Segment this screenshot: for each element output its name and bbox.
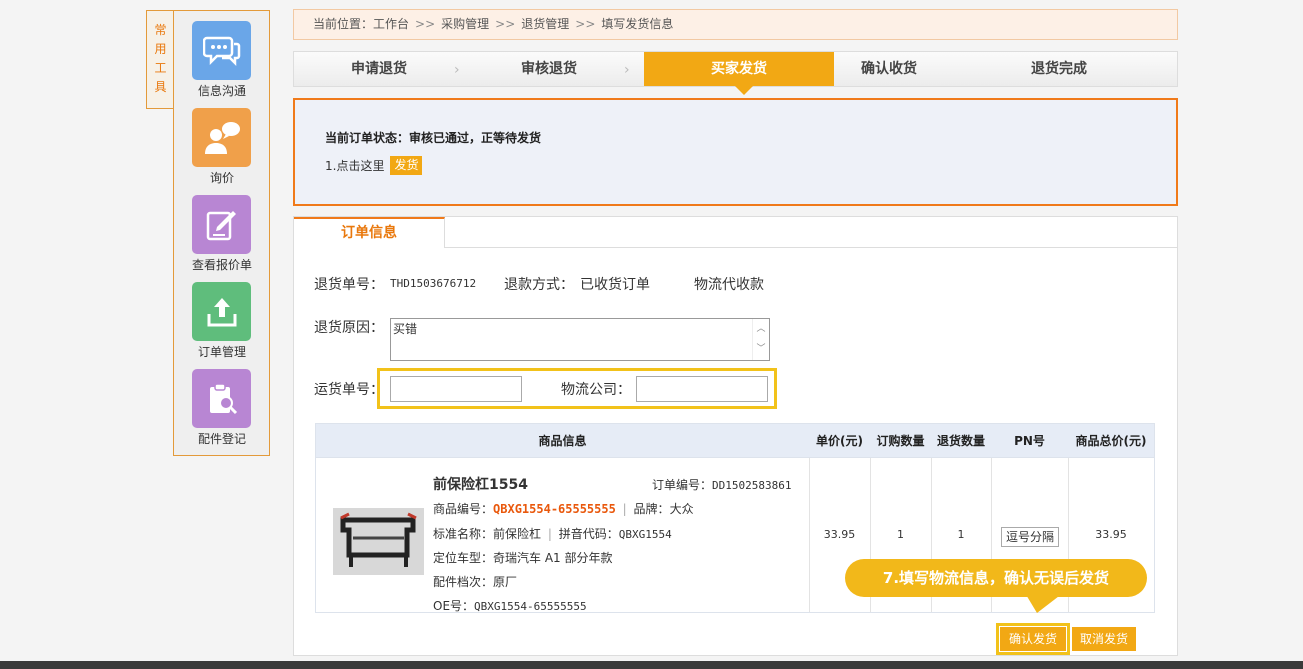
tool-orders[interactable]: 订单管理 bbox=[191, 282, 253, 360]
step-review-return: 审核退货 bbox=[521, 61, 577, 77]
tools-panel: 信息沟通 询价 查看报价单 订单管理 配件登记 bbox=[173, 10, 270, 456]
reason-value: 买错 bbox=[393, 322, 418, 336]
grade-value: 原厂 bbox=[493, 575, 518, 589]
col-pn: PN号 bbox=[1014, 434, 1045, 448]
model-value: 奇瑞汽车 A1 部分年款 bbox=[493, 551, 613, 565]
tab-order-info[interactable]: 订单信息 bbox=[294, 217, 445, 248]
return-no-value: THD1503676712 bbox=[390, 277, 477, 290]
grade-label: 配件档次： bbox=[433, 575, 494, 589]
shipping-no-input[interactable] bbox=[390, 376, 522, 402]
chevron-right-icon: › bbox=[454, 62, 460, 78]
progress-steps: 申请退货 › 审核退货 › 买家发货 确认收货 退货完成 bbox=[293, 51, 1178, 87]
breadcrumb-item[interactable]: 工作台 bbox=[373, 17, 409, 31]
confirm-ship-button[interactable]: 确认发货 bbox=[1000, 627, 1066, 651]
step-confirm-receipt: 确认收货 bbox=[861, 61, 917, 77]
product-image[interactable] bbox=[333, 508, 424, 575]
model-label: 定位车型： bbox=[433, 551, 494, 565]
breadcrumb: 当前位置：工作台 >> 采购管理 >> 退货管理 >> 填写发货信息 bbox=[293, 9, 1178, 40]
col-total: 商品总价(元) bbox=[1075, 434, 1147, 448]
product-code: QBXG1554-65555555 bbox=[493, 502, 616, 516]
pinyin-value: QBXG1554 bbox=[618, 528, 672, 541]
breadcrumb-prefix: 当前位置： bbox=[313, 17, 374, 31]
chevron-right-icon: › bbox=[624, 62, 630, 78]
model-line: 定位车型：奇瑞汽车 A1 部分年款 bbox=[433, 549, 613, 566]
breadcrumb-item[interactable]: 退货管理 bbox=[521, 17, 569, 31]
breadcrumb-separator: >> bbox=[495, 17, 516, 31]
tool-label: 询价 bbox=[209, 171, 234, 185]
pn-input[interactable]: 逗号分隔 bbox=[1001, 527, 1059, 547]
tab-divider bbox=[445, 247, 1177, 248]
instruction-callout: 7.填写物流信息，确认无误后发货 bbox=[845, 559, 1147, 597]
grade-line: 配件档次：原厂 bbox=[433, 573, 517, 590]
scroll-down-icon[interactable]: ﹀ bbox=[753, 339, 769, 359]
refund-method-value: 已收货订单 bbox=[580, 277, 650, 293]
chat-icon bbox=[192, 21, 251, 80]
brand-label: 品牌： bbox=[633, 502, 670, 516]
col-unit-price: 单价(元) bbox=[816, 434, 863, 448]
col-return-qty: 退货数量 bbox=[936, 434, 985, 448]
breadcrumb-separator: >> bbox=[575, 17, 596, 31]
code-line: 商品编号：QBXG1554-65555555 | 品牌：大众 bbox=[433, 500, 694, 517]
callout-tail bbox=[1025, 593, 1063, 613]
breadcrumb-item-current: 填写发货信息 bbox=[601, 17, 674, 31]
cancel-ship-button[interactable]: 取消发货 bbox=[1072, 627, 1136, 651]
col-order-qty: 订购数量 bbox=[876, 434, 925, 448]
std-name-line: 标准名称：前保险杠 | 拼音代码：QBXG1554 bbox=[433, 525, 672, 542]
brand-value: 大众 bbox=[669, 502, 694, 516]
logistics-company-label: 物流公司： bbox=[561, 382, 631, 398]
col-goods-info: 商品信息 bbox=[538, 434, 587, 448]
scroll-up-icon[interactable]: ︿ bbox=[753, 319, 769, 339]
divider: | bbox=[622, 502, 627, 516]
step-return-complete: 退货完成 bbox=[1031, 61, 1087, 77]
breadcrumb-separator: >> bbox=[415, 17, 436, 31]
tool-label: 信息沟通 bbox=[197, 84, 246, 98]
oe-value: QBXG1554-65555555 bbox=[474, 600, 587, 613]
logistics-company-input[interactable] bbox=[636, 376, 768, 402]
std-name-value: 前保险杠 bbox=[493, 527, 542, 541]
ship-button[interactable]: 发货 bbox=[390, 156, 423, 175]
status-hint: 1.点击这里 bbox=[325, 159, 385, 173]
clipboard-search-icon bbox=[192, 369, 251, 428]
active-step-pointer bbox=[735, 86, 753, 95]
reason-textarea[interactable]: 买错 ︿ ﹀ bbox=[390, 318, 770, 361]
order-no-line: 订单编号：DD1502583861 bbox=[652, 476, 792, 493]
order-status-title: 当前订单状态：审核已通过，正等待发货 bbox=[325, 131, 542, 145]
breadcrumb-item[interactable]: 采购管理 bbox=[441, 17, 489, 31]
std-name-label: 标准名称： bbox=[433, 527, 494, 541]
refund-extra: 物流代收款 bbox=[694, 277, 764, 293]
status-hint-line: 1.点击这里 发货 bbox=[325, 156, 423, 175]
return-no-label: 退货单号： bbox=[314, 277, 384, 293]
tool-quotes[interactable]: 查看报价单 bbox=[191, 195, 253, 273]
pinyin-label: 拼音代码： bbox=[558, 527, 619, 541]
step-buyer-ship: 买家发货 bbox=[644, 52, 834, 86]
upload-icon bbox=[192, 282, 251, 341]
order-status-box: 当前订单状态：审核已通过，正等待发货 1.点击这里 发货 bbox=[293, 98, 1178, 206]
user-chat-icon bbox=[192, 108, 251, 167]
shipping-no-label: 运货单号： bbox=[314, 382, 384, 398]
tool-label: 查看报价单 bbox=[191, 258, 252, 272]
bottom-bar bbox=[0, 661, 1303, 669]
page: 常用工具 信息沟通 询价 查看报价单 订单管理 配件登记 当前位置：工作台 >>… bbox=[0, 0, 1303, 669]
oe-line: OE号：QBXG1554-65555555 bbox=[433, 597, 587, 614]
refund-method-label: 退款方式： bbox=[504, 277, 574, 293]
tool-parts[interactable]: 配件登记 bbox=[191, 369, 253, 447]
reason-label: 退货原因： bbox=[314, 320, 384, 336]
textarea-scrollbar[interactable]: ︿ ﹀ bbox=[752, 319, 769, 360]
tool-label: 订单管理 bbox=[197, 345, 246, 359]
divider: | bbox=[547, 527, 552, 541]
tool-messages[interactable]: 信息沟通 bbox=[191, 21, 253, 99]
order-no-value: DD1502583861 bbox=[712, 479, 792, 492]
tools-tab[interactable]: 常用工具 bbox=[146, 10, 174, 109]
tool-label: 配件登记 bbox=[197, 432, 246, 446]
edit-doc-icon bbox=[192, 195, 251, 254]
product-name[interactable]: 前保险杠1554 bbox=[433, 474, 528, 494]
table-header: 商品信息 单价(元) 订购数量 退货数量 PN号 商品总价(元) bbox=[316, 424, 1154, 458]
oe-label: OE号： bbox=[433, 599, 475, 613]
step-apply-return: 申请退货 bbox=[351, 61, 407, 77]
order-no-label: 订单编号： bbox=[652, 478, 713, 492]
tool-inquiry[interactable]: 询价 bbox=[191, 108, 253, 186]
tools-tab-label: 常用工具 bbox=[154, 23, 167, 94]
code-label: 商品编号： bbox=[433, 502, 494, 516]
